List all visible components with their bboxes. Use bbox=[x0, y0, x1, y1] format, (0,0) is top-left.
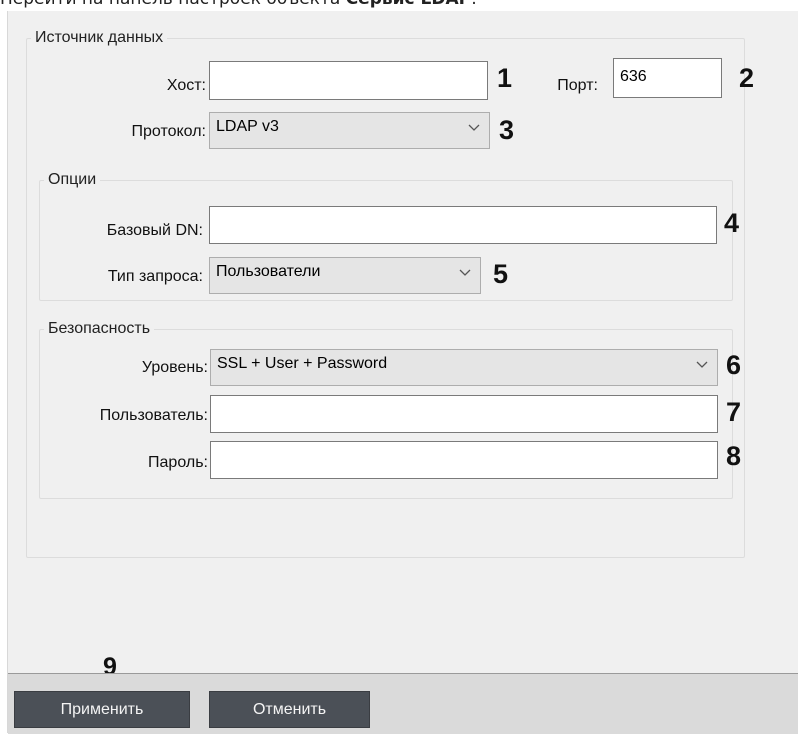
apply-button[interactable]: Применить bbox=[14, 691, 190, 728]
callout-3: 3 bbox=[499, 115, 515, 145]
base-dn-label: Базовый DN: bbox=[106, 222, 203, 239]
callout-2: 2 bbox=[739, 63, 755, 93]
security-level-select[interactable]: SSL + User + Password bbox=[210, 349, 718, 386]
callout-4: 4 bbox=[724, 208, 740, 238]
port-label: Порт: bbox=[557, 77, 598, 94]
user-input[interactable] bbox=[210, 395, 718, 433]
settings-panel: Источник данных Хост: 1 Порт: 2 Протокол… bbox=[7, 11, 798, 734]
protocol-select[interactable]: LDAP v3 bbox=[209, 112, 490, 149]
password-input[interactable] bbox=[210, 441, 718, 479]
security-legend: Безопасность bbox=[48, 320, 151, 337]
cancel-button[interactable]: Отменить bbox=[209, 691, 370, 728]
chevron-down-icon bbox=[468, 124, 480, 131]
query-type-select[interactable]: Пользователи bbox=[209, 257, 481, 294]
query-type-select-value: Пользователи bbox=[216, 263, 321, 280]
protocol-select-value: LDAP v3 bbox=[216, 118, 279, 135]
port-input[interactable] bbox=[613, 58, 722, 98]
base-dn-input[interactable] bbox=[209, 206, 717, 244]
host-label: Хост: bbox=[166, 77, 206, 94]
host-input[interactable] bbox=[209, 61, 488, 100]
password-label: Пароль: bbox=[148, 454, 208, 471]
user-label: Пользователь: bbox=[99, 407, 208, 424]
options-legend: Опции bbox=[48, 171, 97, 188]
protocol-label: Протокол: bbox=[131, 123, 207, 140]
callout-1: 1 bbox=[497, 63, 513, 93]
caption-colon: : bbox=[471, 0, 477, 9]
caption-prefix: Перейти на панель настроек объекта bbox=[0, 0, 346, 9]
security-level-select-value: SSL + User + Password bbox=[217, 355, 388, 372]
caption-object-name: Сервис LDAP bbox=[346, 0, 471, 9]
security-level-label: Уровень: bbox=[141, 359, 208, 376]
query-type-label: Тип запроса: bbox=[107, 268, 203, 285]
bottom-toolbar: Применить Отменить bbox=[8, 673, 798, 734]
chevron-down-icon bbox=[459, 269, 471, 276]
chevron-down-icon bbox=[696, 361, 708, 368]
callout-5: 5 bbox=[493, 259, 509, 289]
callout-7: 7 bbox=[726, 397, 742, 427]
data-source-legend: Источник данных bbox=[35, 29, 164, 46]
callout-8: 8 bbox=[726, 441, 742, 471]
callout-6: 6 bbox=[726, 350, 742, 380]
